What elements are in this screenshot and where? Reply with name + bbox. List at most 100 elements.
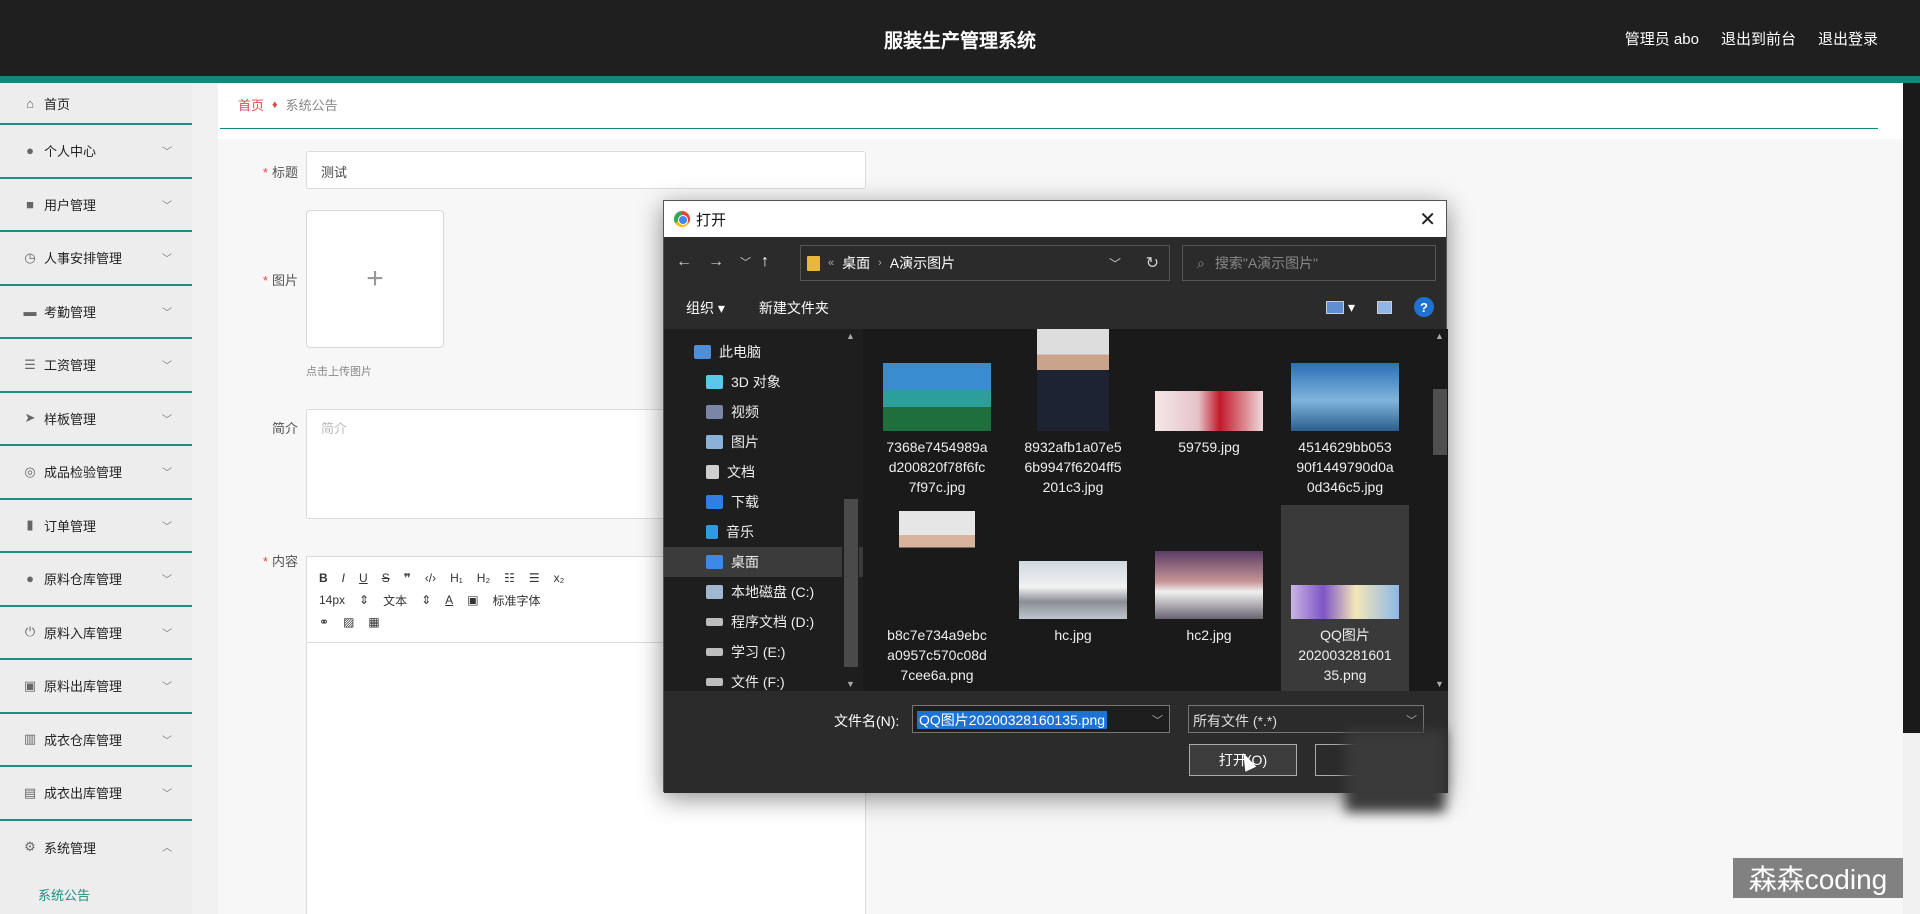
sidebar-subitem-notice[interactable]: 系统公告 xyxy=(0,874,192,914)
sidebar-item-users[interactable]: ■ 用户管理 ﹀ xyxy=(0,179,192,232)
h1-icon[interactable]: H₁ xyxy=(450,571,463,585)
view-controls: ▾ ? xyxy=(1326,297,1434,317)
tree-item-pictures[interactable]: 图片 xyxy=(664,427,863,457)
filetype-select[interactable]: 所有文件 (*.*) ﹀ xyxy=(1188,705,1424,733)
scroll-down-icon[interactable]: ▼ xyxy=(846,679,855,689)
image-icon[interactable]: ▨ xyxy=(343,615,354,629)
chevron-up-icon: ︿ xyxy=(162,842,172,854)
help-icon[interactable]: ? xyxy=(1414,297,1434,317)
chevron-down-icon[interactable]: ﹀ xyxy=(1152,712,1163,728)
bullet-list-icon[interactable]: ☰ xyxy=(529,571,540,585)
font-family-select[interactable]: 标准字体 xyxy=(493,592,541,609)
tree-item-desktop[interactable]: 桌面 xyxy=(664,547,863,577)
sidebar-item-inspection[interactable]: ◎ 成品检验管理 ﹀ xyxy=(0,446,192,500)
tree-item-drive-d[interactable]: 程序文档 (D:) xyxy=(664,607,863,637)
tree-item-drive-c[interactable]: 本地磁盘 (C:) xyxy=(664,577,863,607)
folder-tree: 此电脑 3D 对象 视频 图片 文档 下载 音乐 桌面 本地磁盘 (C:) 程序… xyxy=(664,329,863,691)
image-thumbnail xyxy=(1291,585,1399,619)
organize-menu[interactable]: 组织 ▾ xyxy=(686,298,725,318)
file-item[interactable]: hc2.jpg xyxy=(1145,511,1273,691)
bg-color-icon[interactable]: ▣ xyxy=(467,593,478,607)
view-mode-icon[interactable]: ▾ xyxy=(1326,299,1355,316)
sidebar-item-material-warehouse[interactable]: ● 原料仓库管理 ﹀ xyxy=(0,553,192,607)
path-segment[interactable]: A演示图片 xyxy=(890,253,955,273)
close-icon[interactable]: ✕ xyxy=(1419,207,1436,232)
current-user: 管理员 abo xyxy=(1624,31,1699,48)
video-icon[interactable]: ▦ xyxy=(368,615,379,629)
front-link[interactable]: 退出到前台 xyxy=(1721,28,1796,49)
strike-icon[interactable]: S xyxy=(382,571,390,585)
sidebar-item-material-in[interactable]: ⏻ 原料入库管理 ﹀ xyxy=(0,607,192,660)
italic-icon[interactable]: I xyxy=(342,571,345,585)
scroll-up-icon[interactable]: ▲ xyxy=(846,331,855,341)
back-arrow-icon[interactable]: ← xyxy=(676,253,692,271)
chevron-down-icon[interactable]: ﹀ xyxy=(1109,255,1121,272)
title-input[interactable]: 测试 xyxy=(306,151,866,189)
underline-icon[interactable]: U xyxy=(359,571,368,585)
preview-pane-icon[interactable] xyxy=(1377,300,1392,314)
filename-input[interactable]: QQ图片20200328160135.png ﹀ xyxy=(912,705,1170,733)
bold-icon[interactable]: B xyxy=(319,571,328,585)
sidebar-item-sample[interactable]: ➤ 样板管理 ﹀ xyxy=(0,393,192,446)
quote-icon[interactable]: ❞ xyxy=(404,571,411,585)
sidebar-item-attendance[interactable]: ▬ 考勤管理 ﹀ xyxy=(0,286,192,339)
desktop-icon xyxy=(706,555,723,569)
file-item[interactable]: hc.jpg xyxy=(1009,511,1137,691)
image-thumbnail xyxy=(1155,391,1263,431)
path-segment[interactable]: 桌面 xyxy=(842,253,870,273)
new-folder-button[interactable]: 新建文件夹 xyxy=(759,298,829,318)
up-arrow-icon[interactable]: ↑ xyxy=(761,253,769,271)
chevron-down-icon: ﹀ xyxy=(162,521,172,533)
scroll-up-icon[interactable]: ▲ xyxy=(1435,331,1444,341)
file-item[interactable]: 4514629bb053 90f1449790d0a 0d346c5.jpg xyxy=(1281,329,1409,499)
chevron-down-icon: ﹀ xyxy=(162,147,172,158)
tree-scroll-thumb[interactable] xyxy=(844,499,858,667)
sidebar-item-garment-warehouse[interactable]: ▥ 成衣仓库管理 ﹀ xyxy=(0,714,192,767)
tree-item-pc[interactable]: 此电脑 xyxy=(664,337,863,367)
ordered-list-icon[interactable]: ☷ xyxy=(504,571,515,585)
subscript-icon[interactable]: x₂ xyxy=(554,571,565,585)
recent-dropdown-icon[interactable]: ﹀ xyxy=(740,254,751,270)
code-icon[interactable]: ‹/› xyxy=(425,571,436,585)
chevron-down-icon: ﹀ xyxy=(162,361,172,372)
dialog-titlebar: 打开 ✕ xyxy=(664,201,1446,237)
chrome-icon xyxy=(674,211,690,227)
search-icon: ⌕ xyxy=(1197,254,1205,271)
sidebar-item-garment-out[interactable]: ▤ 成衣出库管理 ﹀ xyxy=(0,767,192,821)
file-item-selected[interactable]: QQ图片 202003281601 35.png xyxy=(1281,505,1409,691)
file-item[interactable]: 8932afb1a07e5 6b9947f6204ff5 201c3.jpg xyxy=(1009,329,1137,499)
h2-icon[interactable]: H₂ xyxy=(477,571,490,585)
file-item[interactable]: 7368e7454989a d200820f78f6fc 7f97c.jpg xyxy=(873,329,1001,499)
sidebar-item-salary[interactable]: ☰ 工资管理 ﹀ xyxy=(0,339,192,393)
search-input[interactable]: ⌕ 搜索"A演示图片" xyxy=(1182,245,1436,281)
tree-item-downloads[interactable]: 下载 xyxy=(664,487,863,517)
address-bar[interactable]: « 桌面 › A演示图片 ﹀ ↻ xyxy=(800,245,1170,281)
image-upload[interactable]: + xyxy=(306,210,444,348)
refresh-icon[interactable]: ↻ xyxy=(1146,253,1159,273)
sidebar-item-home[interactable]: ⌂ 首页 xyxy=(0,83,192,125)
files-scrollbar[interactable]: ▲ ▼ xyxy=(1431,329,1448,691)
sidebar-item-hr[interactable]: ◷ 人事安排管理 ﹀ xyxy=(0,232,192,286)
tree-item-drive-e[interactable]: 学习 (E:) xyxy=(664,637,863,667)
logout-link[interactable]: 退出登录 xyxy=(1818,28,1878,49)
sidebar-item-system[interactable]: ⚙ 系统管理 ︿ xyxy=(0,821,192,875)
files-scroll-thumb[interactable] xyxy=(1433,389,1447,455)
file-item[interactable]: 59759.jpg xyxy=(1145,329,1273,499)
sidebar-item-personal[interactable]: ● 个人中心 ﹀ xyxy=(0,125,192,179)
sidebar-item-orders[interactable]: ▮ 订单管理 ﹀ xyxy=(0,500,192,553)
forward-arrow-icon[interactable]: → xyxy=(708,253,724,271)
scroll-down-icon[interactable]: ▼ xyxy=(1435,679,1444,689)
tree-item-music[interactable]: 音乐 xyxy=(664,517,863,547)
page-scrollbar[interactable] xyxy=(1903,83,1920,733)
tree-item-3d[interactable]: 3D 对象 xyxy=(664,367,863,397)
sidebar-item-material-out[interactable]: ▣ 原料出库管理 ﹀ xyxy=(0,660,192,714)
font-color-icon[interactable]: A xyxy=(445,593,453,607)
link-icon[interactable]: ⚭ xyxy=(319,615,329,629)
text-style-select[interactable]: 文本 xyxy=(383,592,407,609)
tree-item-docs[interactable]: 文档 xyxy=(664,457,863,487)
font-size-select[interactable]: 14px xyxy=(319,593,345,607)
tree-item-video[interactable]: 视频 xyxy=(664,397,863,427)
tree-scrollbar[interactable]: ▲ ▼ xyxy=(842,329,859,691)
file-item[interactable]: b8c7e734a9ebc a0957c570c08d 7cee6a.png xyxy=(873,511,1001,691)
breadcrumb-home[interactable]: 首页 xyxy=(238,95,264,114)
